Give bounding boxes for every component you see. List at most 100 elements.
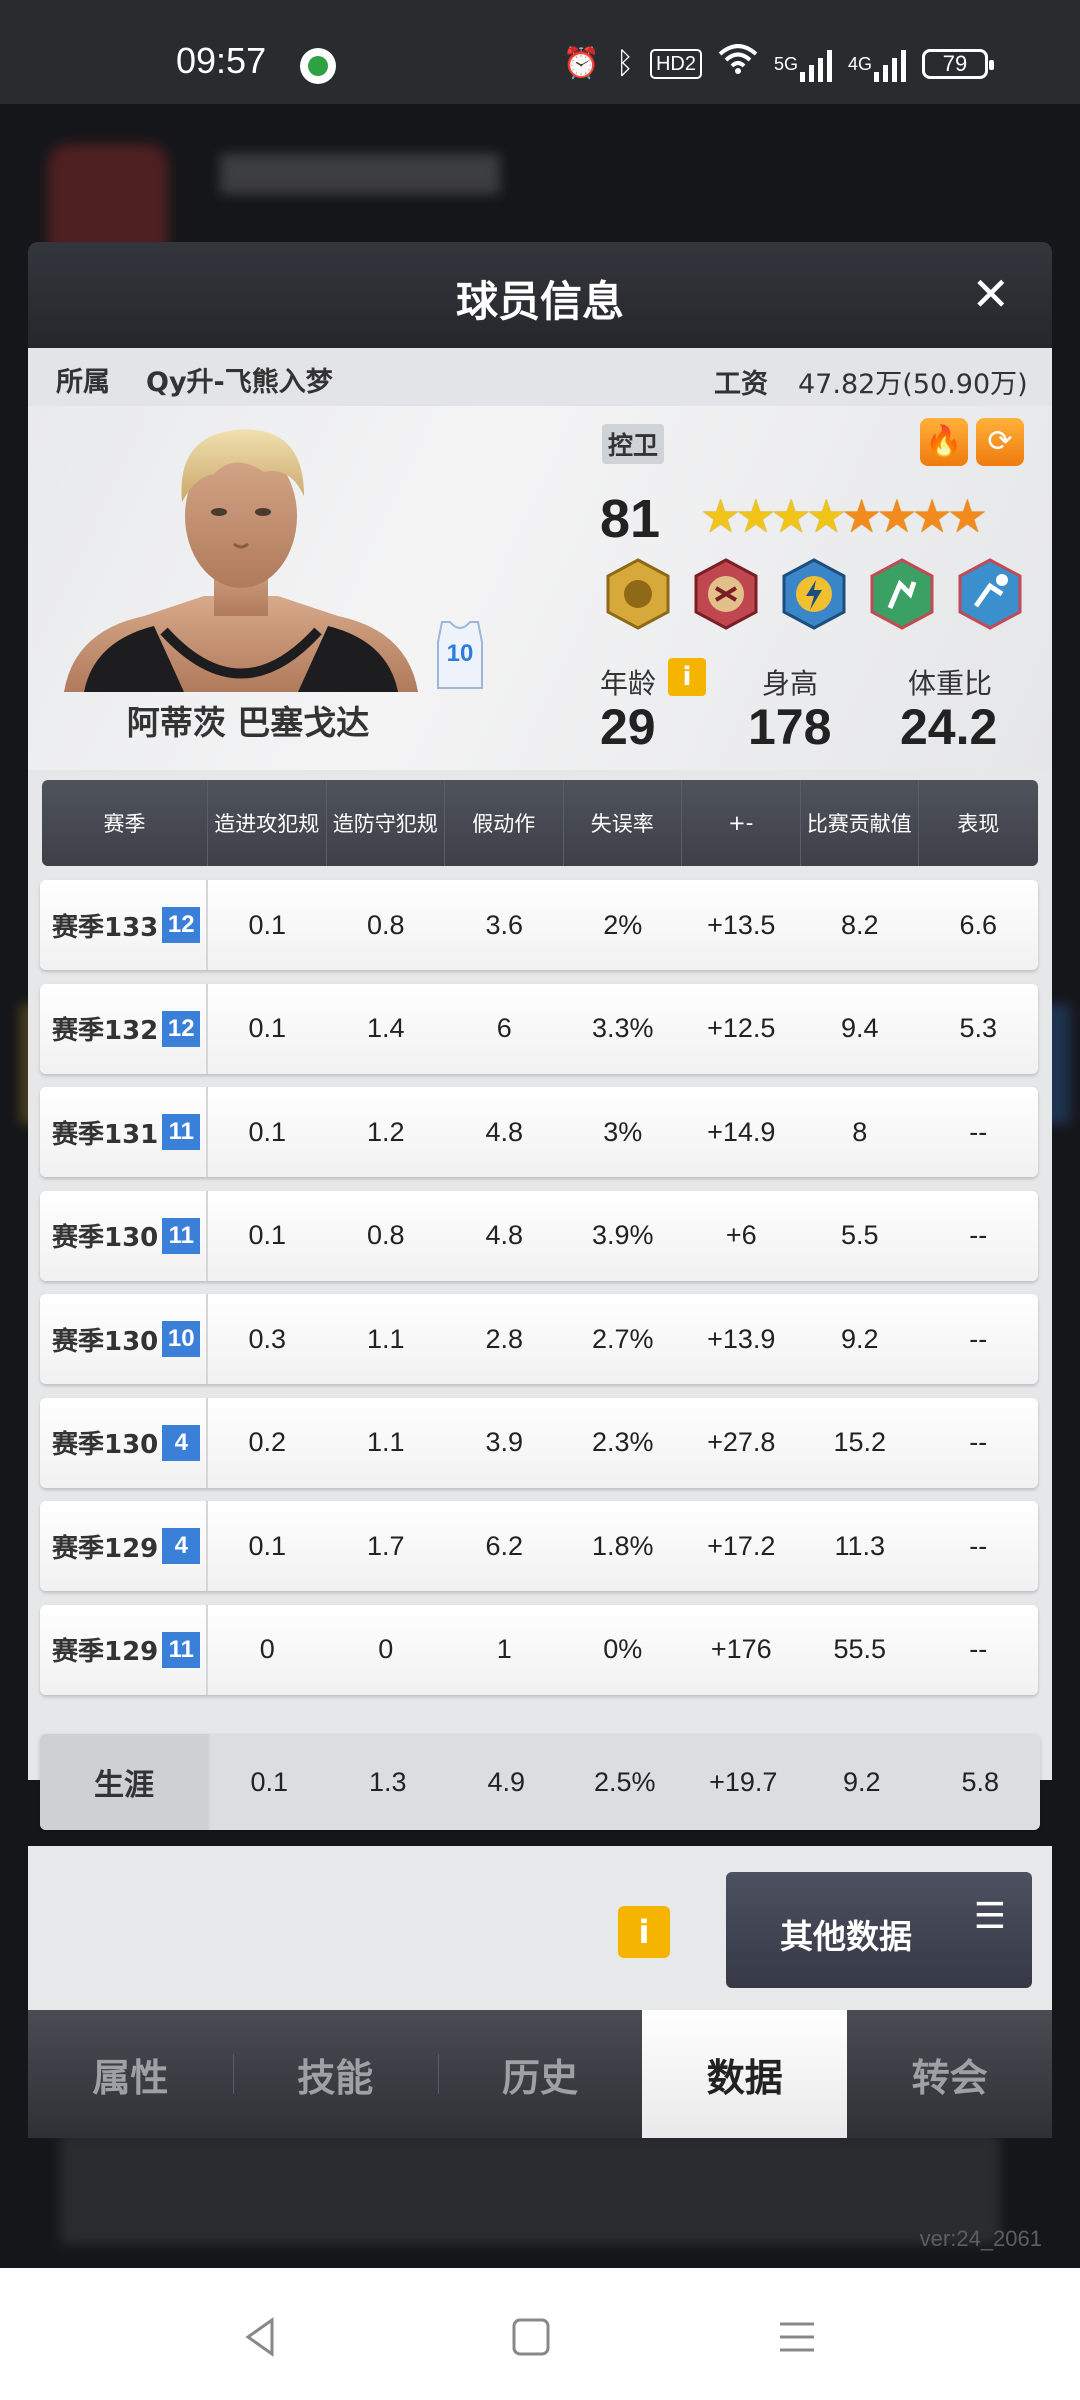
tab-bar: 属性 技能 历史 数据 转会 <box>28 2010 1052 2138</box>
other-data-button[interactable]: 其他数据 ☰ <box>726 1872 1032 1988</box>
table-row[interactable]: 赛季129 4 0.1 1.7 6.2 1.8% +17.2 11.3 -- <box>40 1501 1038 1591</box>
tab-transfer[interactable]: 转会 <box>847 2010 1052 2138</box>
table-cell: -- <box>969 1427 988 1457</box>
table-cell: +12.5 <box>707 1013 776 1043</box>
season-cell: 赛季130 4 <box>40 1397 208 1488</box>
info-button[interactable]: i <box>618 1906 670 1958</box>
season-cell: 赛季133 12 <box>40 880 208 970</box>
tab-skills[interactable]: 技能 <box>232 2010 438 2138</box>
close-button[interactable]: ✕ <box>971 268 1010 320</box>
table-cell: 6 <box>496 1013 512 1043</box>
career-cell: 1.3 <box>368 1766 407 1797</box>
age-value: 29 <box>600 699 656 755</box>
table-cell: 0.1 <box>248 909 287 940</box>
season-tag: 11 <box>162 1114 201 1150</box>
season-tag: 11 <box>162 1217 201 1254</box>
table-row[interactable]: 赛季129 11 0 0 1 0% +176 55.5 -- <box>40 1604 1038 1695</box>
modal-title: 球员信息 <box>455 277 624 326</box>
weight-ratio-label: 体重比 <box>908 667 993 700</box>
back-icon[interactable] <box>236 2312 286 2362</box>
season-tag: 4 <box>162 1528 201 1564</box>
column-header[interactable]: 失误率 <box>564 780 682 866</box>
season-tag: 11 <box>162 1631 201 1668</box>
column-header[interactable]: 比赛贡献值 <box>801 780 919 866</box>
table-row[interactable]: 赛季130 10 0.3 1.1 2.8 2.7% +13.9 9.2 -- <box>40 1294 1038 1384</box>
career-label: 生涯 <box>40 1734 210 1830</box>
refresh-icon[interactable]: ⟳ <box>976 418 1024 466</box>
fist-badge-icon[interactable] <box>690 558 762 630</box>
table-cell: 0.3 <box>248 1323 287 1354</box>
tab-data[interactable]: 数据 <box>642 2010 848 2138</box>
table-cell: 0.1 <box>248 1220 287 1250</box>
stats-table[interactable]: 赛季 造进攻犯规 造防守犯规 假动作 失误率 +- 比赛贡献值 表现 赛季133 12 0.1 0.… <box>28 770 1052 1780</box>
table-row[interactable]: 赛季130 11 0.1 0.8 4.8 3.9% +6 5.5 -- <box>40 1190 1038 1281</box>
column-header[interactable]: 假动作 <box>445 780 564 866</box>
overall-rating: 81 <box>600 489 661 549</box>
recents-icon[interactable] <box>772 2312 822 2362</box>
club-bar: 所属 Qy升-飞熊入梦 工资 47.82万(50.90万) <box>28 348 1052 406</box>
season-tag: 10 <box>162 1321 201 1357</box>
season-tag: 12 <box>162 907 201 943</box>
table-cell: 2.8 <box>485 1323 524 1354</box>
shoot-badge-icon[interactable] <box>954 558 1026 630</box>
home-icon[interactable] <box>506 2312 556 2362</box>
column-header[interactable]: 造进攻犯规 <box>208 780 327 866</box>
table-row[interactable]: 赛季131 11 0.1 1.2 4.8 3% +14.9 8 -- <box>40 1087 1038 1177</box>
table-cell: 3.9% <box>591 1220 654 1250</box>
table-cell: 9.4 <box>840 1013 879 1043</box>
hd-icon: HD2 <box>649 48 702 79</box>
column-header[interactable]: 表现 <box>919 780 1038 866</box>
season-cell: 赛季129 4 <box>40 1501 208 1591</box>
table-cell: 1 <box>496 1634 512 1664</box>
season-cell: 赛季130 11 <box>40 1190 208 1281</box>
table-cell: 0.2 <box>248 1427 287 1457</box>
season-tag: 12 <box>162 1010 201 1047</box>
season-name: 赛季130 <box>52 1430 159 1460</box>
bluetooth-icon: ᛒ <box>615 46 634 80</box>
table-cell: 11.3 <box>834 1530 886 1561</box>
season-cell: 赛季130 10 <box>40 1294 208 1384</box>
signal-5g-icon: 5G <box>774 46 832 82</box>
table-cell: 0 <box>259 1634 275 1664</box>
speed-badge-icon[interactable] <box>778 558 850 630</box>
dunk-badge-icon[interactable] <box>866 558 938 630</box>
column-header[interactable]: 造防守犯规 <box>327 780 445 866</box>
table-row[interactable]: 赛季133 12 0.1 0.8 3.6 2% +13.5 8.2 6.6 <box>40 880 1038 970</box>
table-cell: -- <box>969 1530 988 1561</box>
season-name: 赛季129 <box>52 1533 159 1564</box>
table-cell: 3% <box>603 1116 643 1147</box>
column-header[interactable]: 赛季 <box>42 780 208 866</box>
season-name: 赛季130 <box>52 1326 159 1357</box>
season-name: 赛季130 <box>52 1223 159 1253</box>
table-row[interactable]: 赛季130 4 0.2 1.1 3.9 2.3% +27.8 15.2 -- <box>40 1397 1038 1488</box>
tab-history[interactable]: 历史 <box>437 2010 643 2138</box>
star-rating: ★ ★ ★ ★ ★ ★ ★ ★ <box>700 488 988 544</box>
table-cell: -- <box>969 1220 988 1250</box>
jersey-number: 10 <box>446 640 474 667</box>
signal-5g-label: 5G <box>773 53 798 74</box>
table-cell: -- <box>969 1116 988 1147</box>
salary-value: 47.82万(50.90万) <box>798 369 1028 400</box>
table-cell: 2.7% <box>591 1323 654 1354</box>
career-cell: 9.2 <box>842 1766 881 1797</box>
status-icons: ⏰ ᛒ HD2 5G 4G 79 <box>563 44 994 83</box>
defense-badge-icon[interactable] <box>602 558 674 630</box>
fire-icon[interactable]: 🔥 <box>920 418 968 466</box>
table-row[interactable]: 赛季132 12 0.1 1.4 6 3.3% +12.5 9.4 5.3 <box>40 983 1038 1074</box>
career-cell: 5.8 <box>961 1766 1000 1797</box>
table-cell: 8 <box>852 1116 868 1147</box>
info-icon[interactable]: i <box>668 658 706 696</box>
table-cell: +14.9 <box>707 1116 776 1147</box>
table-cell: -- <box>969 1634 988 1664</box>
system-nav-bar <box>0 2268 1080 2400</box>
table-cell: +13.9 <box>707 1323 776 1354</box>
season-cell: 赛季129 11 <box>40 1604 208 1695</box>
tab-attributes[interactable]: 属性 <box>28 2010 233 2138</box>
column-header[interactable]: +- <box>682 780 801 866</box>
table-cell: 3.3% <box>591 1013 654 1043</box>
table-cell: +6 <box>725 1220 757 1250</box>
player-portrait <box>64 429 418 692</box>
position-badge: 控卫 <box>602 424 665 464</box>
age-label: 年龄 <box>600 667 657 700</box>
season-name: 赛季132 <box>52 1016 159 1046</box>
